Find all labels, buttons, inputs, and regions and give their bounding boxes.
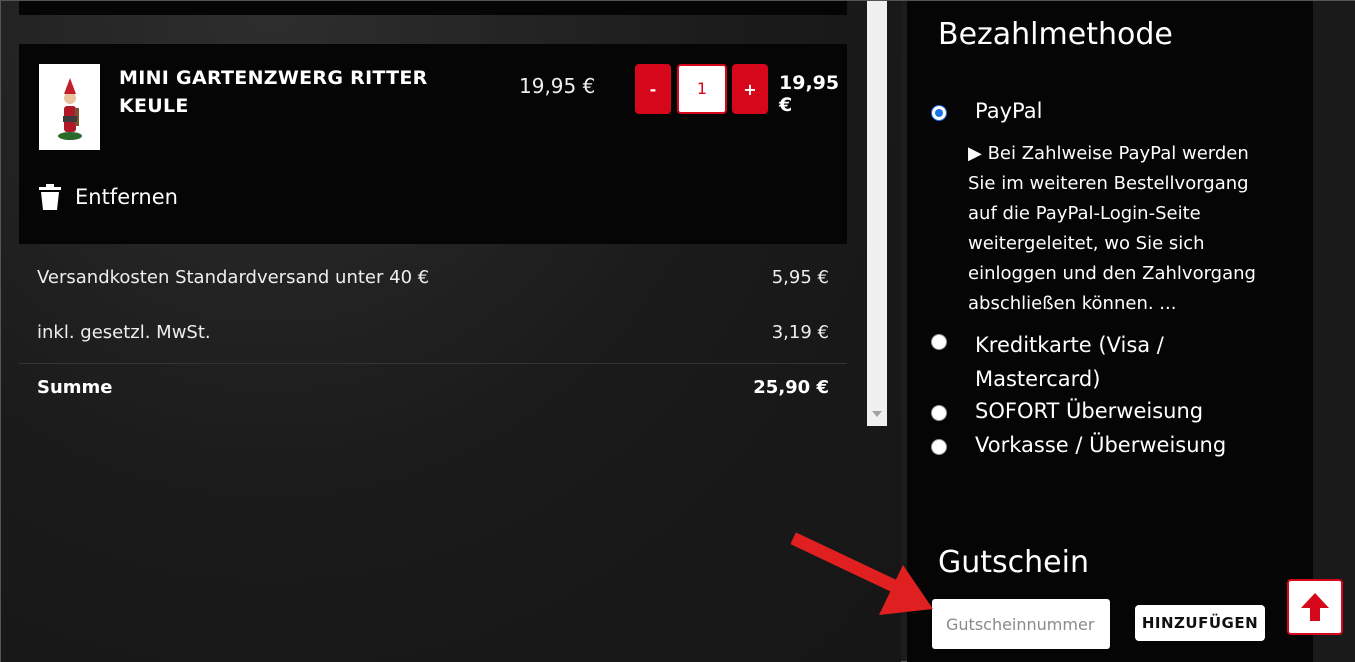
payment-title: Bezahlmethode (938, 17, 1173, 52)
cart-item: MINI GARTENZWERG RITTER KEULE 19,95 € - … (19, 44, 847, 244)
summary-divider (19, 363, 847, 364)
quantity-input[interactable]: 1 (677, 64, 727, 114)
paypal-description: ▶ Bei Zahlweise PayPal werden Sie im wei… (968, 143, 1256, 314)
payment-option-sofort[interactable]: SOFORT Überweisung (931, 399, 1203, 423)
add-voucher-button[interactable]: HINZUFÜGEN (1135, 605, 1265, 641)
sum-value: 25,90 € (753, 377, 829, 398)
vorkasse-radio[interactable] (931, 439, 947, 455)
payment-option-paypal[interactable]: PayPal (931, 99, 1042, 123)
sofort-radio[interactable] (931, 405, 947, 421)
scroll-down-icon[interactable] (872, 411, 882, 417)
increase-quantity-button[interactable]: + (732, 64, 768, 114)
payment-option-vorkasse[interactable]: Vorkasse / Überweisung (931, 433, 1226, 457)
arrow-up-icon (1301, 593, 1329, 621)
paypal-label[interactable]: PayPal (975, 99, 1042, 123)
payment-option-creditcard[interactable]: Kreditkarte (Visa / Mastercard) (931, 328, 1231, 396)
decrease-quantity-button[interactable]: - (635, 64, 671, 114)
shipping-label: Versandkosten Standardversand unter 40 € (37, 267, 430, 288)
voucher-input[interactable] (932, 599, 1110, 649)
item-total: 19,95 € (779, 72, 840, 116)
creditcard-radio[interactable] (931, 334, 947, 350)
cart-column: MINI GARTENZWERG RITTER KEULE 19,95 € - … (1, 1, 887, 426)
right-gutter (1313, 1, 1355, 662)
cart-scrollbar[interactable] (867, 1, 887, 426)
paypal-radio[interactable] (931, 105, 947, 121)
sum-row: Summe 25,90 € (37, 377, 829, 398)
vat-row: inkl. gesetzl. MwSt. 3,19 € (37, 322, 829, 343)
sum-label: Summe (37, 377, 113, 398)
product-name[interactable]: MINI GARTENZWERG RITTER KEULE (119, 64, 449, 120)
vorkasse-label[interactable]: Vorkasse / Überweisung (975, 433, 1226, 457)
scroll-to-top-button[interactable] (1287, 579, 1343, 635)
annotation-arrow-icon (791, 532, 933, 615)
shipping-value: 5,95 € (771, 267, 829, 288)
unit-price: 19,95 € (519, 74, 596, 98)
previous-item-strip (19, 1, 847, 15)
vat-label: inkl. gesetzl. MwSt. (37, 322, 211, 343)
shipping-row: Versandkosten Standardversand unter 40 €… (37, 267, 829, 288)
remove-item-link[interactable]: Entfernen (39, 184, 178, 210)
trash-icon (39, 184, 61, 210)
product-thumbnail[interactable] (39, 64, 100, 150)
payment-panel: Bezahlmethode PayPal ▶ Bei Zahlweise Pay… (907, 1, 1313, 662)
voucher-title: Gutschein (938, 545, 1089, 580)
creditcard-label[interactable]: Kreditkarte (Visa / Mastercard) (957, 328, 1231, 396)
gnome-figure-icon (57, 78, 82, 140)
sofort-label[interactable]: SOFORT Überweisung (975, 399, 1203, 423)
remove-label: Entfernen (75, 185, 178, 209)
vat-value: 3,19 € (771, 322, 829, 343)
